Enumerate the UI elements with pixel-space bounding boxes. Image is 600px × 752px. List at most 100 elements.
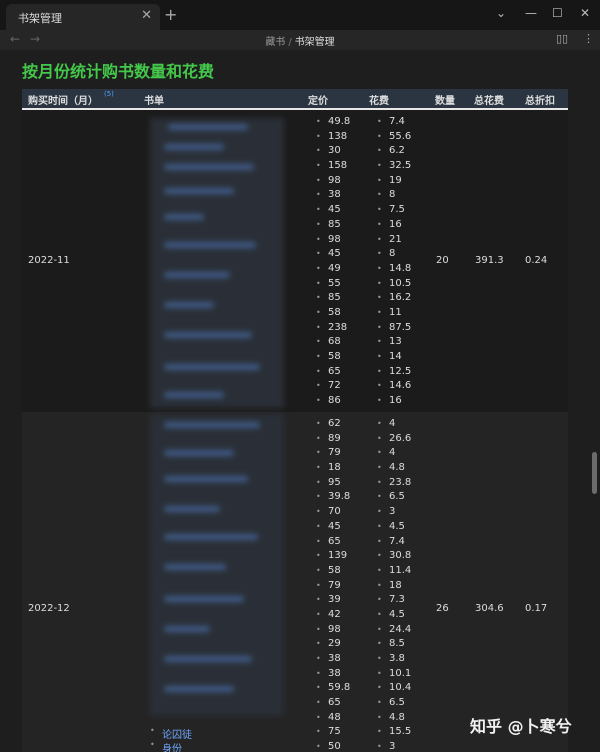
price-item: 58 <box>316 350 350 365</box>
price-item: 65 <box>316 696 350 711</box>
cost-item: 4.5 <box>377 608 411 623</box>
navigation-bar: ← → 藏书 / 书架管理 ▯▯ ⋮ <box>0 30 600 50</box>
price-item: 38 <box>316 188 350 203</box>
price-item: 89 <box>316 432 350 447</box>
cost-item: 55.6 <box>377 130 411 145</box>
price-item: 65 <box>316 365 350 380</box>
cost-item: 11 <box>377 306 411 321</box>
more-options-icon[interactable]: ⋮ <box>583 32 594 45</box>
price-item: 38 <box>316 652 350 667</box>
cost-item: 3 <box>377 740 411 752</box>
cost-item: 10.1 <box>377 667 411 682</box>
cost-item: 15.5 <box>377 725 411 740</box>
chevron-down-icon[interactable]: ⌄ <box>496 6 506 20</box>
price-list: 49.8 138 30 158 98 38 45 85 98 45 49 55 … <box>316 115 350 409</box>
price-item: 65 <box>316 535 350 550</box>
price-item: 75 <box>316 725 350 740</box>
price-item: 30 <box>316 144 350 159</box>
header-list-price[interactable]: 定价 <box>308 92 328 107</box>
table-row: 2022-12 论囚徒 身份 62 89 79 18 95 39.8 70 45… <box>22 412 568 752</box>
book-link[interactable]: 论囚徒 <box>150 726 192 741</box>
cost-item: 23.8 <box>377 476 411 491</box>
discount-cell: 0.17 <box>525 603 548 614</box>
cost-item: 3 <box>377 505 411 520</box>
price-item: 58 <box>316 564 350 579</box>
header-cost[interactable]: 花费 <box>369 92 389 107</box>
cost-item: 14.6 <box>377 379 411 394</box>
price-item: 39.8 <box>316 490 350 505</box>
price-item: 49.8 <box>316 115 350 130</box>
price-item: 45 <box>316 203 350 218</box>
header-total-cost[interactable]: 总花费 <box>474 92 504 107</box>
breadcrumb-parent[interactable]: 藏书 <box>265 37 285 48</box>
price-item: 138 <box>316 130 350 145</box>
reading-view-icon[interactable]: ▯▯ <box>556 32 568 45</box>
price-item: 98 <box>316 174 350 189</box>
price-item: 45 <box>316 520 350 535</box>
tab-title: 书架管理 <box>18 12 62 25</box>
header-book-list[interactable]: 书单 <box>144 92 164 107</box>
breadcrumb-current: 书架管理 <box>294 37 335 48</box>
price-item: 238 <box>316 321 350 336</box>
window-close-icon[interactable]: ✕ <box>580 6 590 20</box>
cost-item: 12.5 <box>377 365 411 380</box>
price-item: 50 <box>316 740 350 752</box>
breadcrumb-separator: / <box>288 37 292 48</box>
header-purchase-time[interactable]: 购买时间（月） <box>28 92 98 107</box>
cost-item: 4.8 <box>377 461 411 476</box>
blurred-book-list <box>150 414 284 716</box>
quantity-cell: 26 <box>436 603 449 614</box>
cost-item: 16 <box>377 394 411 409</box>
price-item: 62 <box>316 417 350 432</box>
price-item: 85 <box>316 218 350 233</box>
price-item: 98 <box>316 233 350 248</box>
breadcrumb: 藏书 / 书架管理 <box>0 33 600 48</box>
cost-item: 26.6 <box>377 432 411 447</box>
page-title: 按月份统计购书数量和花费 <box>22 62 215 81</box>
price-item: 68 <box>316 335 350 350</box>
cost-item: 4 <box>377 417 411 432</box>
cost-item: 8 <box>377 188 411 203</box>
cost-item: 4.8 <box>377 711 411 726</box>
minimize-icon[interactable]: — <box>525 6 537 20</box>
price-item: 98 <box>316 623 350 638</box>
cost-item: 18 <box>377 579 411 594</box>
cost-item: 30.8 <box>377 549 411 564</box>
book-link[interactable]: 身份 <box>150 740 182 752</box>
tab-bookshelf[interactable]: 书架管理 ✕ <box>6 4 160 30</box>
header-time-count: (5) <box>104 90 114 98</box>
cost-list: 7.4 55.6 6.2 32.5 19 8 7.5 16 21 8 14.8 … <box>377 115 411 409</box>
quantity-cell: 20 <box>436 255 449 266</box>
cost-item: 7.5 <box>377 203 411 218</box>
cost-item: 13 <box>377 335 411 350</box>
note-content: 按月份统计购书数量和花费 购买时间（月） (5) 书单 定价 花费 数量 总花费… <box>0 50 600 752</box>
cost-item: 7.4 <box>377 535 411 550</box>
cost-item: 7.4 <box>377 115 411 130</box>
tab-bar: 书架管理 ✕ + ⌄ — ☐ ✕ <box>0 0 600 30</box>
maximize-icon[interactable]: ☐ <box>552 6 563 20</box>
cost-item: 32.5 <box>377 159 411 174</box>
price-item: 85 <box>316 291 350 306</box>
new-tab-icon[interactable]: + <box>164 5 177 24</box>
price-item: 49 <box>316 262 350 277</box>
cost-item: 14.8 <box>377 262 411 277</box>
header-quantity[interactable]: 数量 <box>435 92 455 107</box>
blurred-book-list <box>150 118 284 408</box>
header-total-discount[interactable]: 总折扣 <box>525 92 555 107</box>
scrollbar-thumb[interactable] <box>592 452 597 494</box>
cost-item: 14 <box>377 350 411 365</box>
price-item: 39 <box>316 593 350 608</box>
cost-item: 6.5 <box>377 696 411 711</box>
cost-item: 4.5 <box>377 520 411 535</box>
cost-item: 11.4 <box>377 564 411 579</box>
price-list: 62 89 79 18 95 39.8 70 45 65 139 58 79 3… <box>316 417 350 752</box>
price-item: 86 <box>316 394 350 409</box>
price-item: 70 <box>316 505 350 520</box>
close-icon[interactable]: ✕ <box>141 8 152 23</box>
price-item: 18 <box>316 461 350 476</box>
cost-item: 6.2 <box>377 144 411 159</box>
month-cell: 2022-12 <box>28 603 70 614</box>
cost-item: 21 <box>377 233 411 248</box>
cost-list: 4 26.6 4 4.8 23.8 6.5 3 4.5 7.4 30.8 11.… <box>377 417 411 752</box>
cost-item: 24.4 <box>377 623 411 638</box>
